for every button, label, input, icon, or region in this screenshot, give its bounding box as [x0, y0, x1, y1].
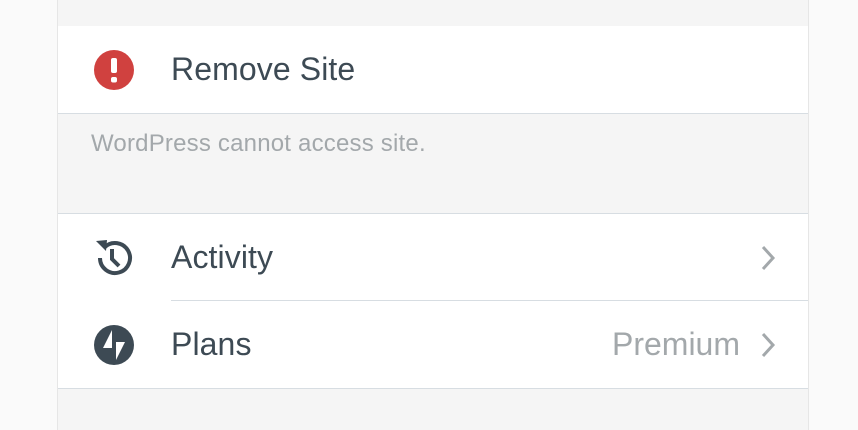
site-settings-panel: Remove Site WordPress cannot access site… — [58, 0, 808, 430]
history-icon — [92, 236, 136, 280]
menu-item-plans-label: Plans — [171, 326, 252, 362]
remove-site-row[interactable]: Remove Site — [58, 26, 808, 114]
chevron-right-icon — [758, 329, 778, 361]
menu-item-plans[interactable]: Plans Premium — [58, 301, 808, 389]
chevron-right-icon — [758, 242, 778, 274]
menu-item-activity[interactable]: Activity — [58, 213, 808, 301]
site-access-notice: WordPress cannot access site. — [91, 130, 426, 157]
alert-icon — [92, 48, 136, 92]
menu-item-activity-label: Activity — [171, 239, 274, 275]
jetpack-bolt-icon — [92, 323, 136, 367]
remove-site-label: Remove Site — [171, 51, 356, 87]
plan-value: Premium — [611, 326, 740, 362]
